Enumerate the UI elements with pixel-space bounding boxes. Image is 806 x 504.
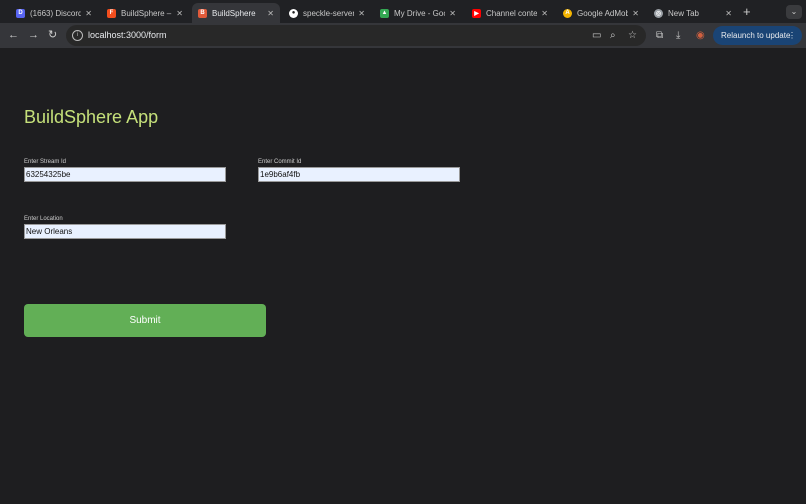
admob-icon: A: [563, 8, 572, 18]
commit-id-label: Enter Commit Id: [258, 159, 302, 165]
figma-icon: F: [107, 8, 116, 18]
tab-buildsphere[interactable]: B BuildSphere ✕: [192, 3, 280, 23]
bookmark-star-icon[interactable]: ☆: [628, 30, 637, 41]
close-icon[interactable]: ✕: [449, 9, 456, 18]
close-icon[interactable]: ✕: [267, 9, 274, 18]
close-icon[interactable]: ✕: [725, 9, 732, 18]
tab-label: BuildSphere – F: [121, 8, 172, 18]
tab-label: BuildSphere: [212, 8, 256, 18]
close-icon[interactable]: ✕: [85, 9, 92, 18]
new-tab-plus-icon[interactable]: +: [743, 3, 751, 21]
browser-toolbar: ← → ↻ i localhost:3000/form ▭ ⌕ ☆ ⧉ ⤓ ◉ …: [0, 23, 806, 48]
commit-id-input[interactable]: [258, 167, 460, 182]
github-icon: ●: [289, 8, 298, 18]
stream-id-input[interactable]: [24, 167, 226, 182]
tab-discord[interactable]: D (1663) Discord | ✕: [10, 3, 98, 23]
tab-label: Channel conten: [486, 8, 538, 18]
tab-strip: D (1663) Discord | ✕ F BuildSphere – F ✕…: [0, 0, 806, 23]
tab-label: (1663) Discord |: [30, 8, 82, 18]
relaunch-button[interactable]: Relaunch to update ⋮: [713, 26, 802, 45]
drive-icon: ▲: [380, 8, 389, 18]
reload-icon[interactable]: ↻: [48, 28, 57, 42]
back-arrow-icon[interactable]: ←: [8, 28, 19, 42]
relaunch-label: Relaunch to update: [721, 31, 791, 40]
tab-label: New Tab: [668, 8, 699, 18]
tab-label: Google AdMob: [577, 8, 629, 18]
cast-icon[interactable]: ▭: [592, 30, 601, 41]
profile-avatar-icon[interactable]: ◉: [696, 30, 705, 41]
stream-id-label: Enter Stream Id: [24, 159, 67, 165]
app-icon: B: [198, 8, 207, 18]
tab-admob[interactable]: A Google AdMob ✕: [557, 3, 645, 23]
close-icon[interactable]: ✕: [176, 9, 183, 18]
submit-button[interactable]: Submit: [24, 304, 266, 337]
extension-icon[interactable]: ⧉: [656, 30, 663, 41]
tab-new-tab[interactable]: ◎ New Tab ✕: [648, 3, 738, 23]
address-bar[interactable]: i localhost:3000/form ▭ ⌕ ☆: [66, 25, 646, 46]
tab-label: speckle-server/: [303, 8, 355, 18]
chrome-icon: ◎: [654, 8, 663, 18]
location-label: Enter Location: [24, 216, 63, 222]
tab-github[interactable]: ● speckle-server/ ✕: [283, 3, 371, 23]
tab-figma[interactable]: F BuildSphere – F ✕: [101, 3, 189, 23]
forward-arrow-icon[interactable]: →: [28, 28, 39, 42]
tab-drive[interactable]: ▲ My Drive - Goog ✕: [374, 3, 462, 23]
download-icon[interactable]: ⤓: [676, 30, 680, 41]
page-title: BuildSphere App: [24, 107, 159, 127]
tab-label: My Drive - Goog: [394, 8, 445, 18]
url-text[interactable]: localhost:3000/form: [88, 30, 167, 40]
discord-icon: D: [16, 8, 25, 18]
close-icon[interactable]: ✕: [632, 9, 639, 18]
location-input[interactable]: [24, 224, 226, 239]
close-icon[interactable]: ✕: [541, 9, 548, 18]
zoom-icon[interactable]: ⌕: [610, 30, 616, 41]
close-icon[interactable]: ✕: [358, 9, 365, 18]
more-menu-icon[interactable]: ⋮: [788, 26, 796, 45]
site-info-icon[interactable]: i: [72, 30, 83, 41]
youtube-icon: ▶: [472, 8, 481, 18]
tab-youtube[interactable]: ▶ Channel conten ✕: [466, 3, 554, 23]
tab-search-chevron-icon[interactable]: ⌄: [786, 5, 802, 19]
